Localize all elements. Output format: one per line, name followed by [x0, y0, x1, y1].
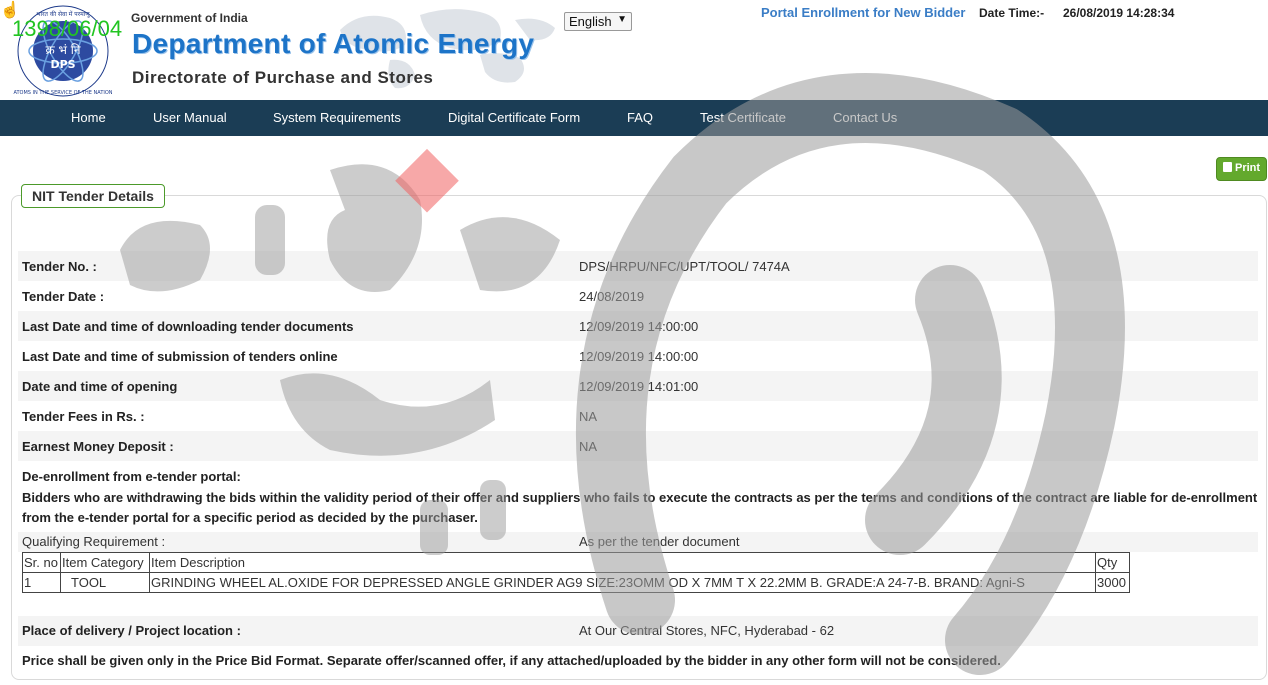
department-title: Department of Atomic Energy: [132, 28, 535, 59]
detail-label: Last Date and time of downloading tender…: [22, 319, 354, 334]
print-button[interactable]: Print: [1216, 157, 1267, 181]
portal-enrollment-link[interactable]: Portal Enrollment for New Bidder: [761, 5, 965, 20]
language-select[interactable]: English ▼: [564, 12, 632, 31]
directorate-subtitle: Directorate of Purchase and Stores: [132, 68, 434, 87]
detail-value: 12/09/2019 14:00:00: [579, 319, 699, 334]
detail-row-tender-date: Tender Date : 24/08/2019: [18, 281, 1258, 311]
detail-label: Earnest Money Deposit :: [22, 439, 174, 454]
table-cell: GRINDING WHEEL AL.OXIDE FOR DEPRESSED AN…: [149, 572, 1096, 593]
qualifying-value: As per the tender document: [579, 534, 740, 549]
detail-value: DPS/HRPU/NFC/UPT/TOOL/ 7474A: [579, 259, 790, 274]
detail-row-download-date: Last Date and time of downloading tender…: [18, 311, 1258, 341]
main-navbar: Home User Manual System Requirements Dig…: [0, 100, 1268, 136]
government-label: Government of India: [131, 11, 248, 25]
table-header-row: Sr. no Item Category Item Description Qt…: [22, 552, 1130, 573]
delivery-location-row: Place of delivery / Project location : A…: [18, 616, 1258, 646]
nav-system-requirements[interactable]: System Requirements: [273, 110, 401, 125]
nav-user-manual[interactable]: User Manual: [153, 110, 227, 125]
detail-label: Tender No. :: [22, 259, 97, 274]
items-table: Sr. no Item Category Item Description Qt…: [22, 552, 1130, 593]
detail-value: NA: [579, 439, 598, 454]
deenrollment-heading: De-enrollment from e-tender portal:: [22, 469, 241, 484]
detail-label: Date and time of opening: [22, 379, 178, 394]
table-row: 1 TOOL GRINDING WHEEL AL.OXIDE FOR DEPRE…: [22, 572, 1130, 593]
detail-row-emd: Earnest Money Deposit : NA: [18, 431, 1258, 461]
nav-faq[interactable]: FAQ: [627, 110, 653, 125]
detail-row-tender-fees: Tender Fees in Rs. : NA: [18, 401, 1258, 431]
deenrollment-text: Bidders who are withdrawing the bids wit…: [22, 490, 1258, 525]
detail-value: 12/09/2019 14:00:00: [579, 349, 699, 364]
language-select-value: English: [569, 14, 612, 29]
chevron-down-icon: ▼: [617, 14, 627, 25]
date-stamp-overlay: 1398/06/04: [12, 16, 123, 41]
table-header-cell: Qty: [1095, 552, 1130, 573]
detail-label: Tender Fees in Rs. :: [22, 409, 145, 424]
nav-digital-certificate-form[interactable]: Digital Certificate Form: [448, 110, 580, 125]
datetime-label: Date Time:-: [979, 6, 1045, 20]
detail-row-opening-date: Date and time of opening 12/09/2019 14:0…: [18, 371, 1258, 401]
delivery-value: At Our Central Stores, NFC, Hyderabad - …: [579, 623, 835, 638]
table-cell: 1: [22, 572, 61, 593]
table-header-cell: Item Description: [149, 552, 1096, 573]
print-button-label: Print: [1235, 162, 1261, 174]
panel-title: NIT Tender Details: [21, 184, 165, 208]
table-cell: 3000: [1095, 572, 1130, 593]
delivery-label: Place of delivery / Project location :: [22, 623, 241, 638]
price-bid-note: Price shall be given only in the Price B…: [22, 653, 1001, 668]
logo-bottom-text: ATOMS IN THE SERVICE OF THE NATION: [13, 90, 112, 96]
detail-value: NA: [579, 409, 598, 424]
detail-value: 12/09/2019 14:01:00: [579, 379, 699, 394]
site-header: क्र भं नि DPS भारत की सेवा में परमाणु AT…: [0, 0, 1268, 100]
qualifying-requirement-row: Qualifying Requirement : As per the tend…: [18, 532, 1258, 552]
detail-label: Tender Date :: [22, 289, 105, 304]
table-header-cell: Item Category: [60, 552, 150, 573]
logo-dps-text: DPS: [50, 58, 75, 71]
nav-test-certificate[interactable]: Test Certificate: [700, 110, 786, 125]
table-cell: TOOL: [60, 572, 150, 593]
detail-value: 24/08/2019: [579, 289, 645, 304]
nav-home[interactable]: Home: [71, 110, 106, 125]
qualifying-label: Qualifying Requirement :: [22, 534, 166, 549]
logo-hindi-text: क्र भं नि: [45, 43, 80, 57]
nav-contact-us[interactable]: Contact Us: [833, 110, 897, 125]
table-header-cell: Sr. no: [22, 552, 61, 573]
detail-row-submission-date: Last Date and time of submission of tend…: [18, 341, 1258, 371]
printer-icon: [1223, 162, 1232, 172]
datetime-value: 26/08/2019 14:28:34: [1063, 6, 1175, 20]
detail-label: Last Date and time of submission of tend…: [22, 349, 338, 364]
detail-row-tender-no: Tender No. : DPS/HRPU/NFC/UPT/TOOL/ 7474…: [18, 251, 1258, 281]
